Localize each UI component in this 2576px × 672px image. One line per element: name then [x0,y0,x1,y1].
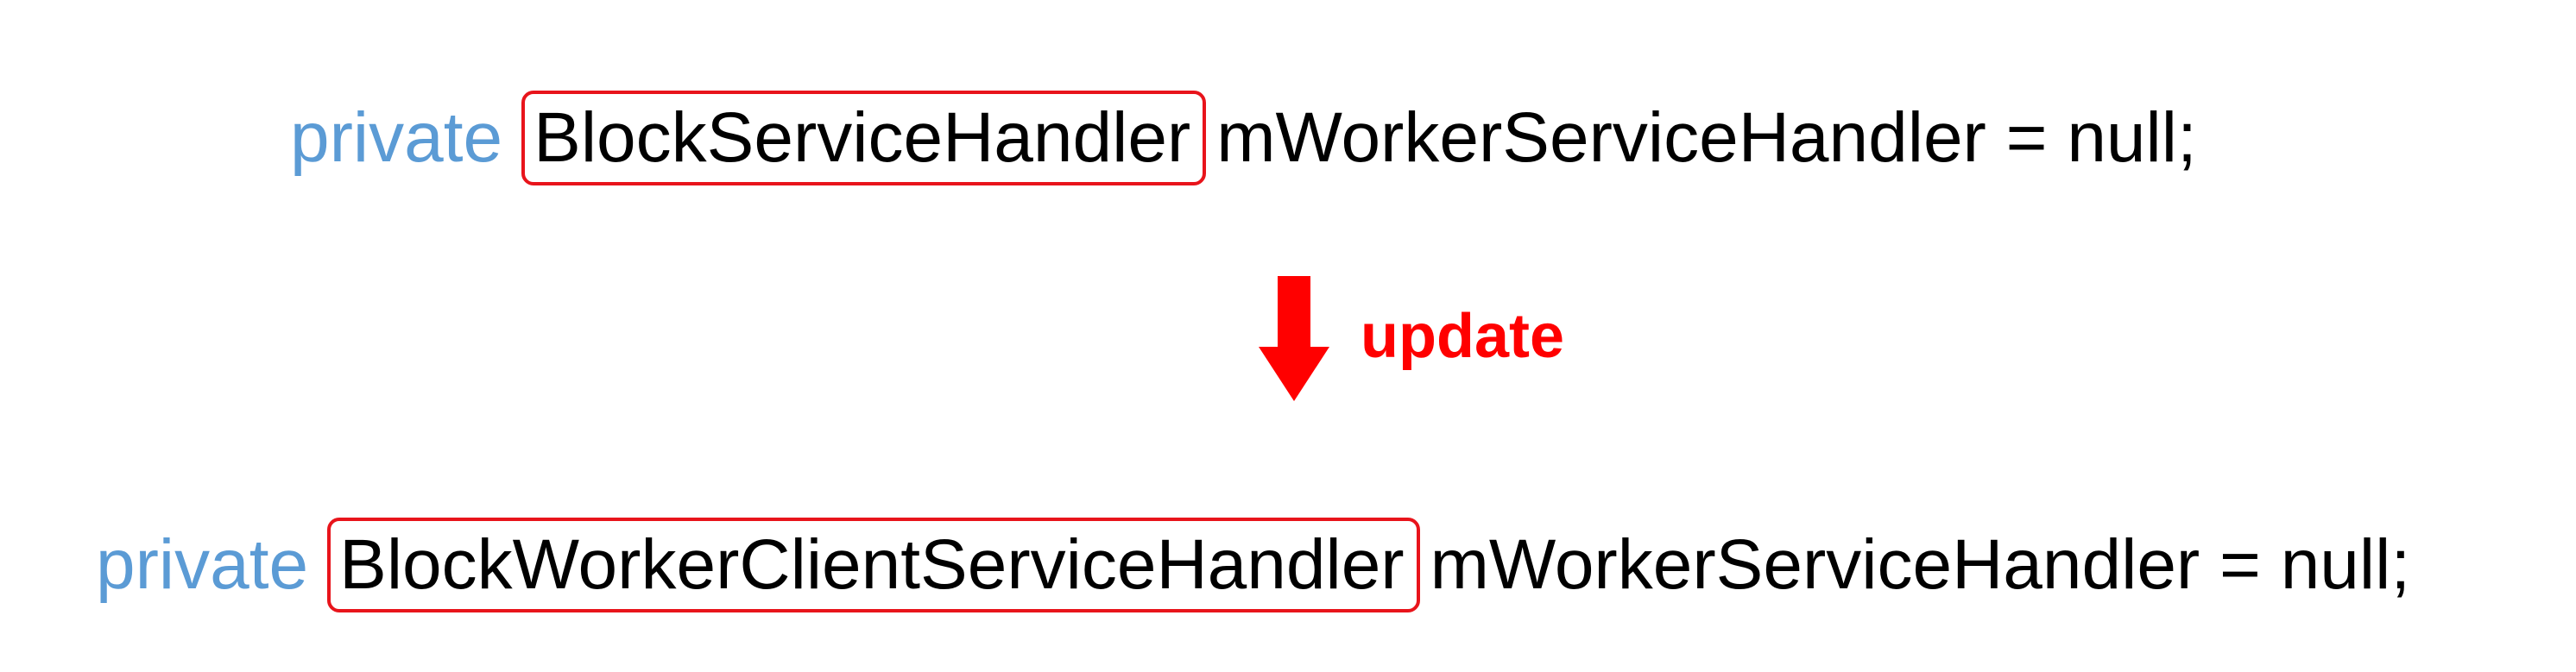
update-indicator: update [1259,276,1564,401]
highlighted-type-new: BlockWorkerClientServiceHandler [327,518,1420,612]
field-declaration-rest: mWorkerServiceHandler = null; [1216,98,2197,177]
highlighted-type-old: BlockServiceHandler [521,91,1207,185]
arrow-down-icon [1259,276,1329,401]
keyword-private: private [96,525,309,604]
field-declaration-rest: mWorkerServiceHandler = null; [1430,525,2411,604]
update-label: update [1361,301,1565,371]
code-line-before: private BlockServiceHandler mWorkerServi… [290,91,2197,185]
code-line-after: private BlockWorkerClientServiceHandler … [96,518,2410,612]
keyword-private: private [290,98,503,177]
